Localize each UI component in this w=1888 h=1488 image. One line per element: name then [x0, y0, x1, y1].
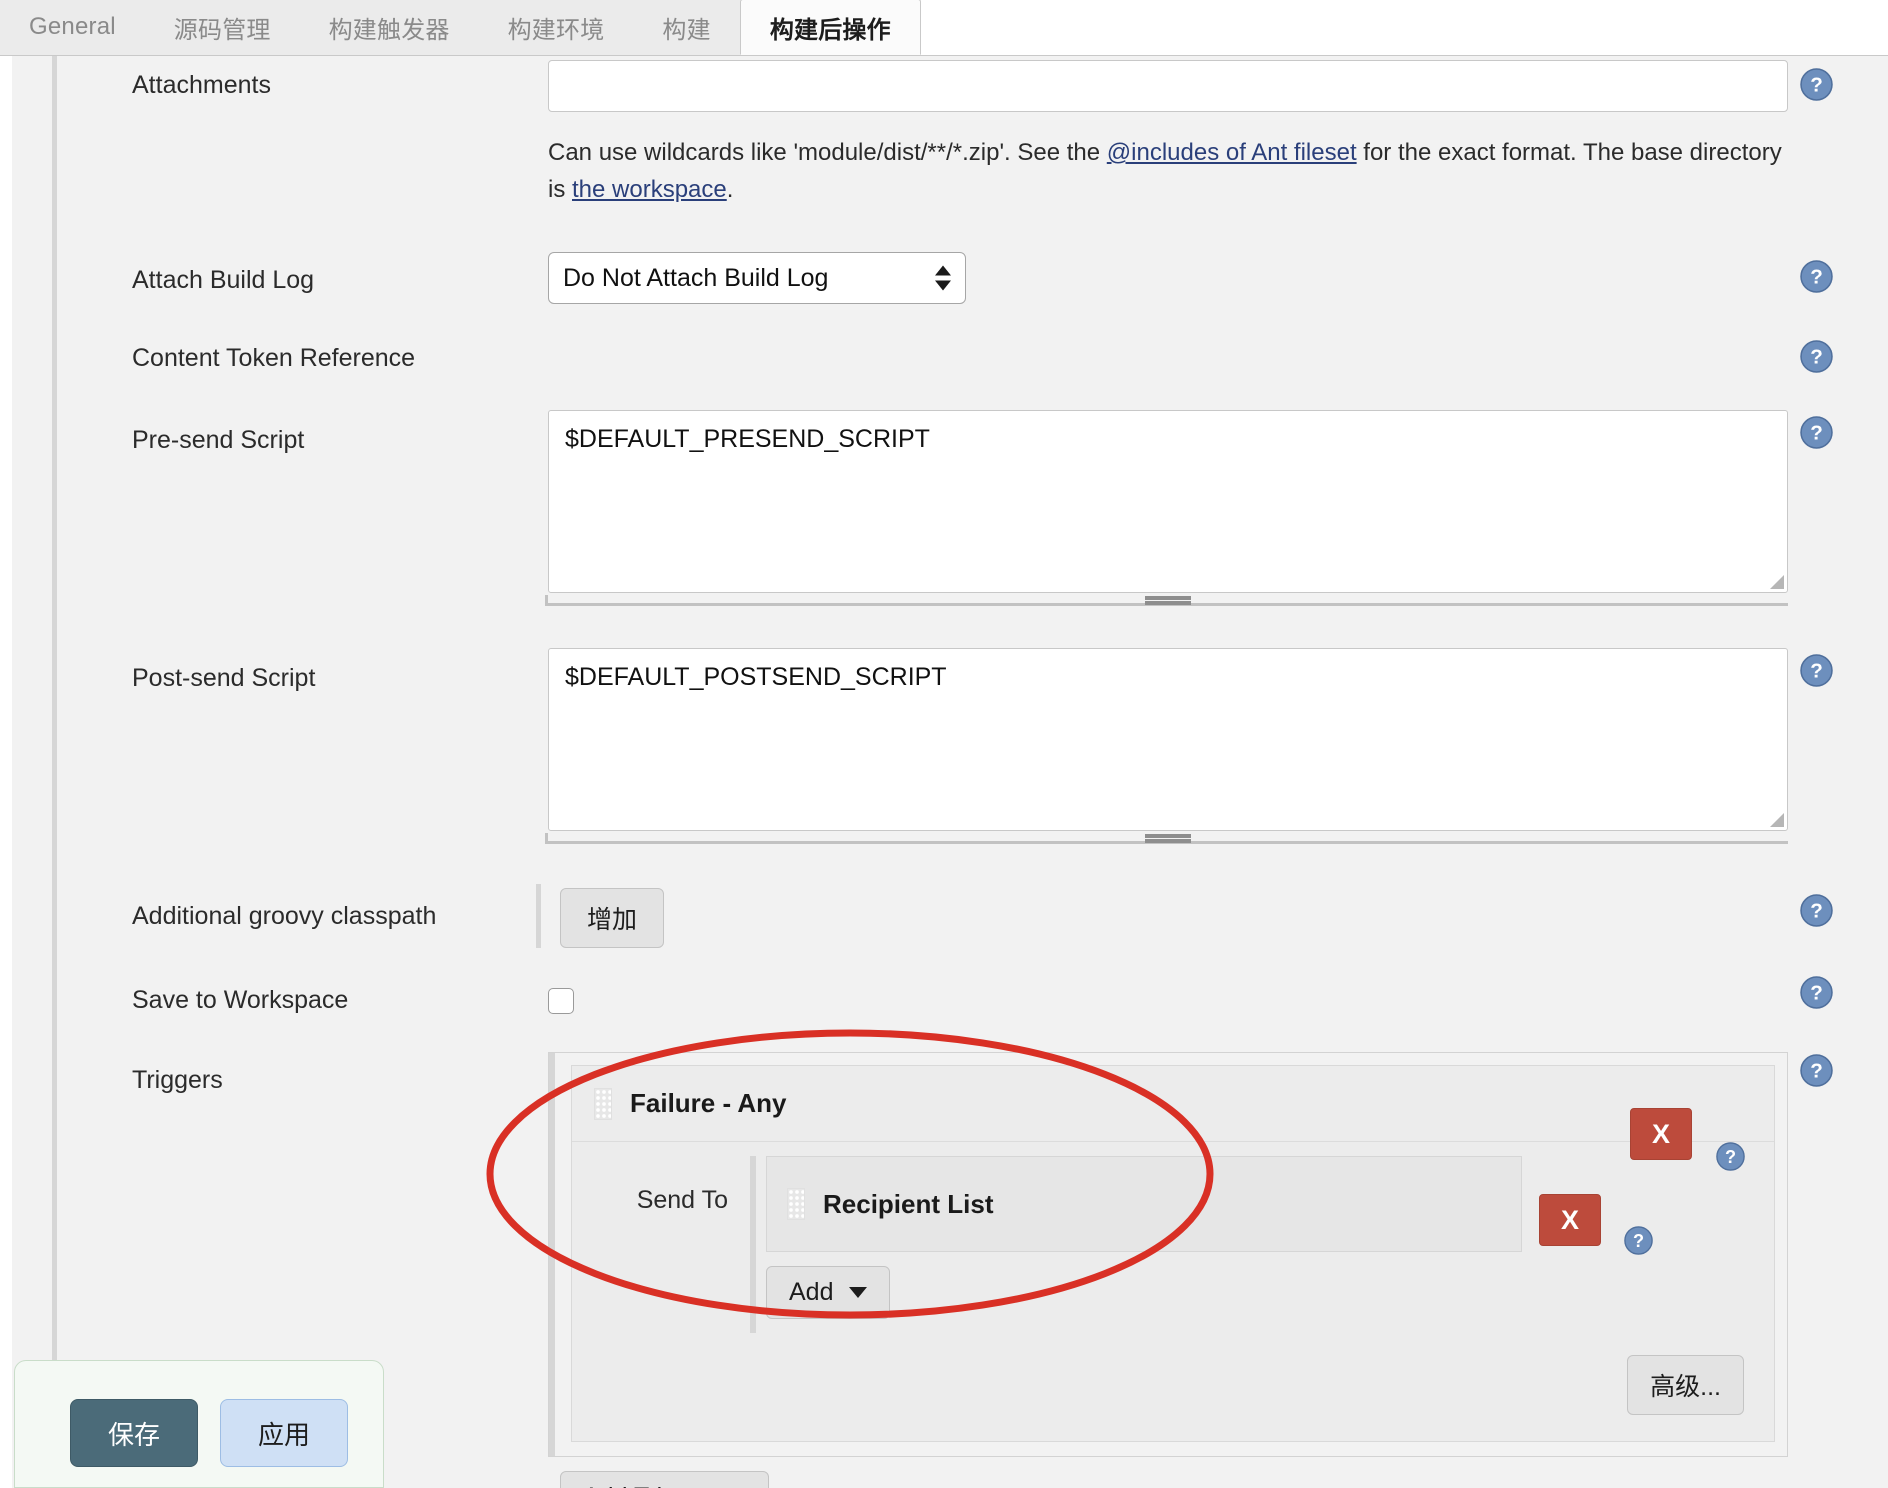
resize-handle-icon[interactable] — [1770, 575, 1784, 589]
help-icon[interactable]: ? — [1800, 68, 1833, 101]
attachments-input[interactable] — [548, 60, 1788, 112]
send-to-content: Recipient List Add — [750, 1156, 1774, 1333]
tab-post-build-actions[interactable]: 构建后操作 — [739, 0, 921, 55]
additional-groovy-classpath-field: 增加 — [536, 884, 665, 948]
recipient-item: Recipient List — [766, 1156, 1522, 1252]
remove-recipient-button[interactable]: X — [1539, 1194, 1601, 1246]
add-recipient-button-label: Add — [789, 1278, 834, 1306]
attach-build-log-field: Do Not Attach Build Log — [548, 252, 966, 304]
save-to-workspace-label: Save to Workspace — [132, 986, 349, 1014]
add-recipient-row: Add — [766, 1266, 1774, 1319]
advanced-row: 高级... — [572, 1333, 1774, 1441]
help-icon[interactable]: ? — [1800, 340, 1833, 373]
workspace-link[interactable]: the workspace — [572, 176, 727, 203]
content-token-reference-label: Content Token Reference — [132, 344, 416, 372]
svg-text:?: ? — [1810, 346, 1823, 369]
form-left-rail — [52, 56, 57, 1488]
help-icon[interactable]: ? — [1800, 894, 1833, 927]
pre-send-script-textarea-wrap — [548, 410, 1788, 593]
ant-fileset-link[interactable]: @includes of Ant fileset — [1107, 139, 1357, 166]
attachments-help-text: Can use wildcards like 'module/dist/**/*… — [548, 134, 1798, 208]
form-content: Attachments ? Can use wildcards like 'mo… — [0, 56, 1888, 1488]
config-form-page: Attachments ? Can use wildcards like 'mo… — [0, 56, 1888, 1488]
add-trigger-button[interactable]: Add Trigger — [560, 1471, 770, 1488]
attachments-label: Attachments — [132, 71, 271, 99]
post-send-script-label: Post-send Script — [132, 664, 316, 692]
svg-text:?: ? — [1810, 422, 1823, 445]
help-icon[interactable]: ? — [1800, 260, 1833, 293]
tab-build-environment[interactable]: 构建环境 — [479, 0, 634, 55]
add-trigger-row: Add Trigger — [548, 1471, 1788, 1488]
remove-trigger-button[interactable]: X — [1630, 1108, 1692, 1160]
help-text-part-3: . — [726, 176, 734, 203]
send-to-label: Send To — [636, 1186, 728, 1214]
save-to-workspace-checkbox[interactable] — [548, 988, 574, 1014]
save-to-workspace-field — [548, 988, 574, 1014]
svg-text:?: ? — [1810, 1060, 1823, 1083]
add-recipient-button[interactable]: Add — [766, 1266, 891, 1319]
svg-text:?: ? — [1725, 1147, 1736, 1167]
help-icon[interactable]: ? — [1800, 654, 1833, 687]
advanced-button[interactable]: 高级... — [1627, 1355, 1744, 1415]
help-icon[interactable]: ? — [1800, 416, 1833, 449]
help-icon[interactable]: ? — [1624, 1226, 1653, 1255]
help-icon[interactable]: ? — [1800, 1054, 1833, 1087]
post-send-script-textarea-wrap — [548, 648, 1788, 831]
save-bar: 保存 应用 — [14, 1360, 384, 1488]
jenkins-config-page: General 源码管理 构建触发器 构建环境 构建 构建后操作 Attachm… — [0, 0, 1888, 1488]
tab-build-triggers[interactable]: 构建触发器 — [300, 0, 479, 55]
pre-send-script-label: Pre-send Script — [132, 426, 305, 454]
post-send-script-splitter[interactable] — [545, 833, 1788, 844]
resize-handle-icon[interactable] — [1770, 813, 1784, 827]
svg-text:?: ? — [1810, 982, 1823, 1005]
tab-build[interactable]: 构建 — [633, 0, 739, 55]
help-text-part-1: Can use wildcards like 'module/dist/**/*… — [548, 139, 1107, 166]
additional-groovy-classpath-label: Additional groovy classpath — [132, 902, 437, 930]
svg-text:?: ? — [1810, 74, 1823, 97]
chevron-down-icon — [849, 1287, 868, 1298]
trigger-item: Failure - Any Send To Recipient List Add… — [571, 1065, 1775, 1442]
pre-send-script-field — [545, 410, 1788, 606]
triggers-panel: Failure - Any Send To Recipient List Add… — [548, 1052, 1788, 1457]
triggers-field: Failure - Any Send To Recipient List Add… — [548, 1052, 1788, 1488]
drag-grip-icon[interactable] — [594, 1087, 612, 1120]
attach-build-log-selected-value: Do Not Attach Build Log — [563, 263, 829, 292]
svg-text:?: ? — [1633, 1231, 1644, 1251]
triggers-label: Triggers — [132, 1066, 223, 1094]
add-trigger-button-label: Add Trigger — [583, 1483, 712, 1488]
tab-general[interactable]: General — [0, 0, 145, 55]
help-icon[interactable]: ? — [1716, 1142, 1745, 1171]
config-tab-bar: General 源码管理 构建触发器 构建环境 构建 构建后操作 — [0, 0, 1888, 56]
drag-grip-icon[interactable] — [787, 1188, 805, 1220]
svg-text:?: ? — [1810, 900, 1823, 923]
apply-button[interactable]: 应用 — [220, 1399, 348, 1467]
svg-text:?: ? — [1810, 660, 1823, 683]
attachments-field — [548, 60, 1788, 112]
svg-text:?: ? — [1810, 266, 1823, 289]
help-icon[interactable]: ? — [1800, 976, 1833, 1009]
attach-build-log-label: Attach Build Log — [132, 266, 315, 294]
trigger-header: Failure - Any — [572, 1066, 1774, 1142]
pre-send-script-textarea[interactable] — [548, 410, 1788, 593]
post-send-script-field — [545, 648, 1788, 844]
post-send-script-textarea[interactable] — [548, 648, 1788, 831]
save-button[interactable]: 保存 — [70, 1399, 198, 1467]
triggers-panel-rail — [549, 1053, 555, 1456]
recipient-name: Recipient List — [823, 1188, 994, 1219]
tab-scm[interactable]: 源码管理 — [145, 0, 300, 55]
pre-send-script-splitter[interactable] — [545, 595, 1788, 606]
attach-build-log-select[interactable]: Do Not Attach Build Log — [548, 252, 966, 304]
add-groovy-classpath-button[interactable]: 增加 — [560, 888, 665, 948]
tab-strip: General 源码管理 构建触发器 构建环境 构建 构建后操作 — [0, 0, 921, 55]
select-stepper-icon — [935, 265, 951, 291]
tab-bar-filler — [920, 0, 1888, 56]
trigger-name: Failure - Any — [630, 1088, 787, 1118]
